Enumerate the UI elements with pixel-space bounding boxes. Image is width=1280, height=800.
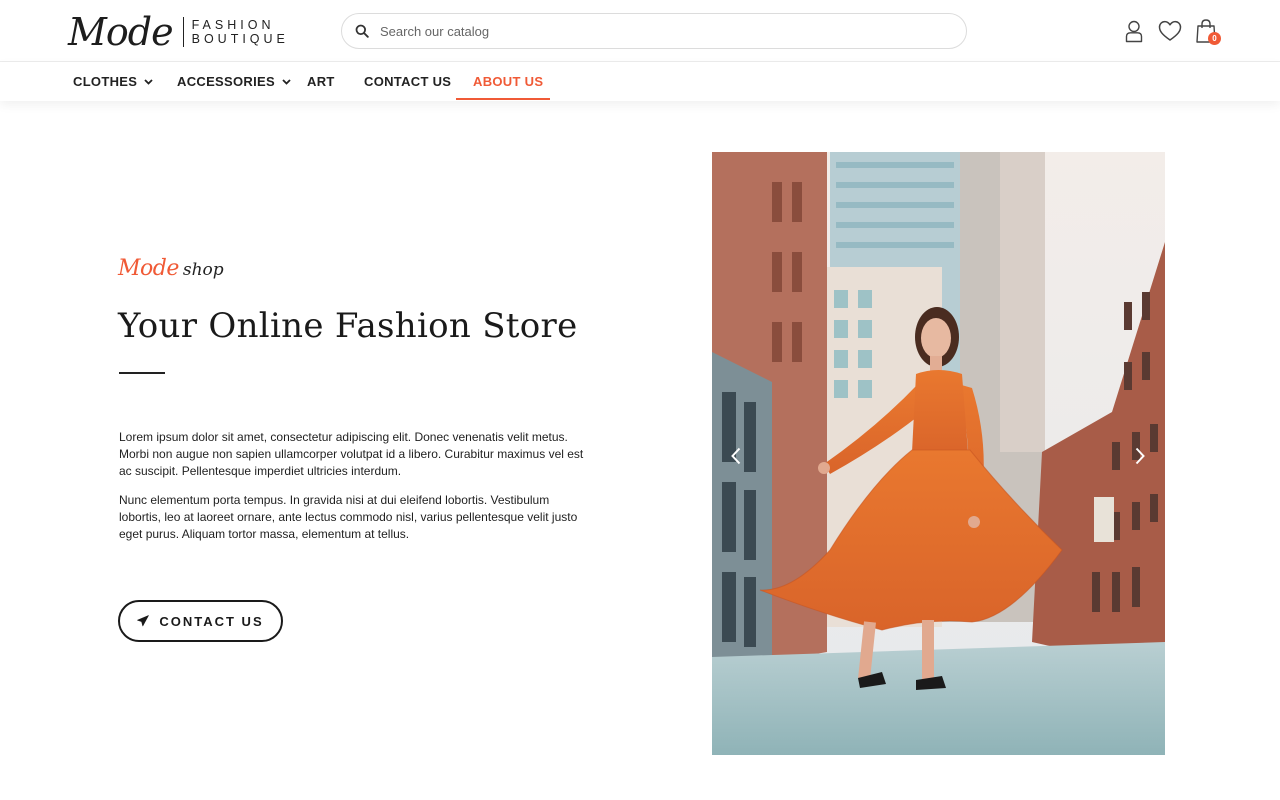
logo-wordmark: FASHION BOUTIQUE	[192, 18, 289, 46]
intro-paragraph-2: Nunc elementum porta tempus. In gravida …	[119, 493, 578, 541]
search-icon[interactable]	[344, 14, 380, 48]
header-actions: 0	[1120, 16, 1221, 46]
logo-script: Mode	[68, 10, 174, 54]
user-icon[interactable]	[1120, 16, 1148, 46]
active-nav-indicator	[456, 98, 550, 100]
title-divider	[119, 372, 165, 374]
nav-item-label: CONTACT US	[364, 74, 452, 89]
nav-item-label: CLOTHES	[73, 74, 138, 89]
search-input[interactable]	[380, 15, 966, 47]
page-title: Your Online Fashion Store	[118, 306, 578, 346]
nav-item-accessories[interactable]: ACCESSORIES	[177, 62, 291, 101]
logo-divider	[182, 17, 184, 47]
chevron-down-icon	[282, 78, 291, 85]
nav-item-contact-us[interactable]: CONTACT US	[364, 62, 451, 101]
nav-item-about-us[interactable]: ABOUT US	[473, 62, 543, 101]
paper-plane-icon	[137, 615, 150, 627]
contact-us-button-label: CONTACT US	[159, 613, 264, 629]
chevron-left-icon[interactable]	[726, 442, 746, 470]
tagline-shop: shop	[182, 260, 224, 280]
tagline-brand: Mode	[118, 256, 179, 281]
main-nav: CLOTHES ACCESSORIES ART CONTACT US ABOUT…	[0, 62, 1280, 101]
contact-us-button[interactable]: CONTACT US	[118, 600, 283, 642]
nav-item-label: ART	[307, 74, 335, 89]
logo-line-1: FASHION	[191, 18, 275, 32]
site-header: Mode FASHION BOUTIQUE 0	[0, 0, 1280, 62]
nav-item-art[interactable]: ART	[307, 62, 335, 101]
nav-item-label: ABOUT US	[473, 74, 544, 89]
tagline: Mode shop	[118, 256, 224, 281]
logo-line-2: BOUTIQUE	[191, 32, 289, 46]
nav-item-label: ACCESSORIES	[177, 74, 275, 89]
intro-paragraph-1: Lorem ipsum dolor sit amet, consectetur …	[119, 430, 584, 478]
chevron-down-icon	[144, 78, 153, 85]
shopping-bag-icon[interactable]: 0	[1192, 16, 1221, 46]
search-bar	[341, 13, 967, 49]
heart-icon[interactable]	[1156, 16, 1184, 46]
cart-count-badge: 0	[1208, 32, 1221, 45]
logo[interactable]: Mode FASHION BOUTIQUE	[68, 9, 289, 55]
chevron-right-icon[interactable]	[1130, 442, 1150, 470]
hero-image	[712, 152, 1165, 755]
nav-item-clothes[interactable]: CLOTHES	[73, 62, 153, 101]
